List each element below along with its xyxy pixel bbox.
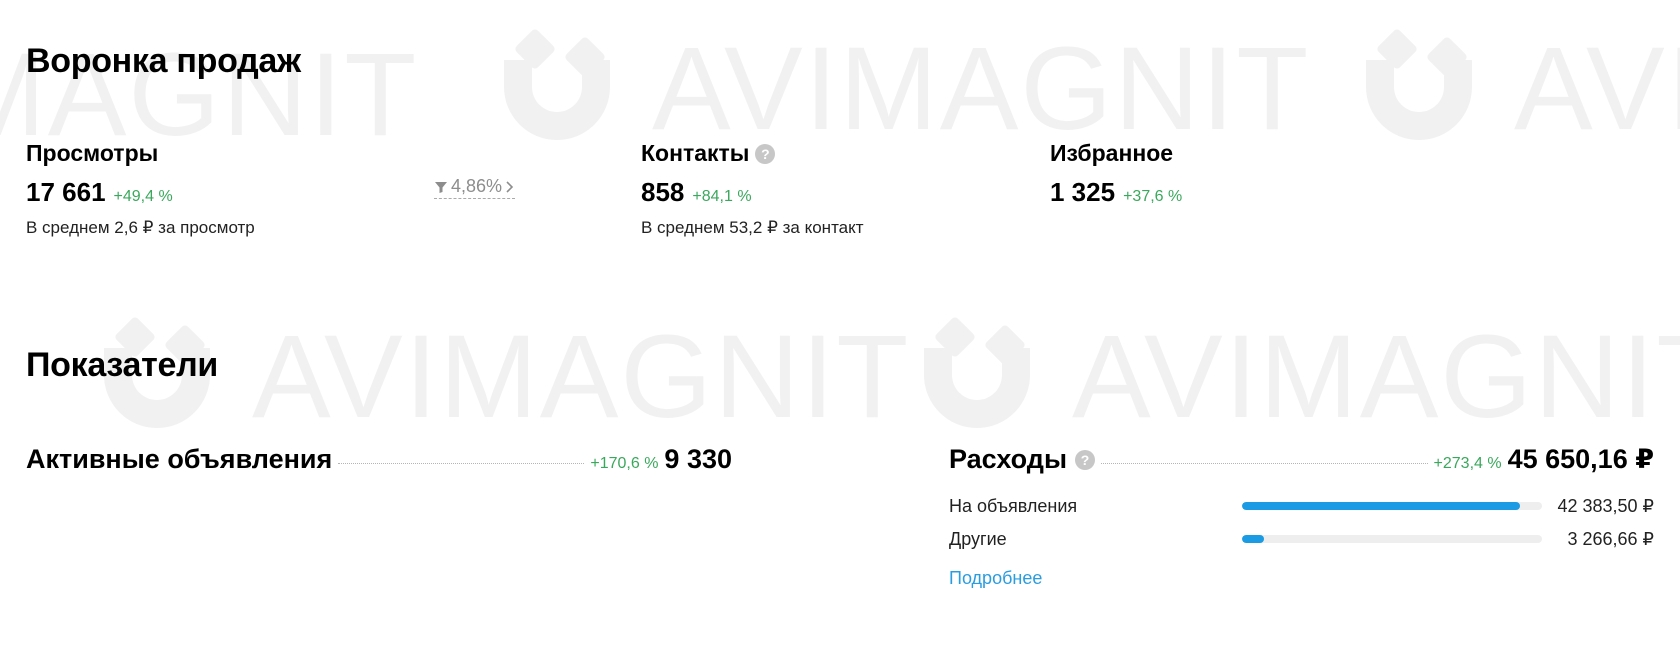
active-ads-change: +170,6 %	[590, 455, 659, 472]
dotted-leader	[338, 463, 585, 464]
conversion-value: 4,86%	[451, 176, 503, 196]
contacts-note: В среднем 53,2 ₽ за контакт	[641, 218, 864, 237]
metrics-title: Показатели	[26, 346, 218, 384]
favorites-label: Избранное	[1050, 140, 1174, 166]
question-icon[interactable]: ?	[1075, 449, 1096, 470]
contacts-value: 858	[641, 177, 685, 207]
expense-bar-fill	[1242, 502, 1521, 510]
expense-item-other: Другие 3 266,66 ₽	[949, 528, 1654, 550]
expense-item-label: На объявления	[949, 495, 1078, 516]
favorites-value: 1 325	[1050, 177, 1116, 207]
expense-bar-fill	[1242, 535, 1264, 543]
contacts-stat: Контакты ? 858 +84,1 % В среднем 53,2 ₽ …	[641, 140, 864, 238]
expense-bar-track	[1242, 502, 1542, 510]
views-value: 17 661	[26, 177, 106, 207]
expenses-value: 45 650,16 ₽	[1507, 444, 1654, 474]
expenses-row: Расходы ? +273,4 % 45 650,16 ₽	[949, 444, 1654, 475]
expense-item-ads: На объявления 42 383,50 ₽	[949, 495, 1654, 517]
question-icon[interactable]: ?	[755, 143, 776, 164]
contacts-change: +84,1 %	[692, 188, 752, 205]
views-label: Просмотры	[26, 140, 159, 166]
expense-item-value: 3 266,66 ₽	[1567, 528, 1654, 549]
favorites-stat: Избранное 1 325 +37,6 %	[1050, 140, 1182, 208]
chevron-right-icon	[505, 180, 515, 194]
views-change: +49,4 %	[113, 188, 173, 205]
active-ads-label: Активные объявления	[26, 444, 333, 474]
funnel-title: Воронка продаж	[26, 42, 301, 80]
active-ads-value: 9 330	[664, 444, 732, 474]
more-details-link[interactable]: Подробнее	[949, 568, 1042, 589]
conversion-rate-link[interactable]: 4,86%	[434, 176, 516, 199]
expense-item-label: Другие	[949, 528, 1007, 549]
filter-icon	[434, 180, 448, 194]
expense-item-value: 42 383,50 ₽	[1557, 495, 1654, 516]
stats-panel: Воронка продаж Просмотры 17 661 +49,4 % …	[0, 0, 1680, 657]
views-note: В среднем 2,6 ₽ за просмотр	[26, 218, 255, 237]
active-ads-row: Активные объявления +170,6 % 9 330	[26, 444, 732, 475]
expenses-label: Расходы	[949, 444, 1068, 474]
favorites-change: +37,6 %	[1123, 188, 1183, 205]
expense-bar-track	[1242, 535, 1542, 543]
expenses-change: +273,4 %	[1433, 455, 1502, 472]
views-stat: Просмотры 17 661 +49,4 % В среднем 2,6 ₽…	[26, 140, 255, 238]
contacts-label: Контакты	[641, 140, 750, 166]
dotted-leader	[1101, 463, 1428, 464]
